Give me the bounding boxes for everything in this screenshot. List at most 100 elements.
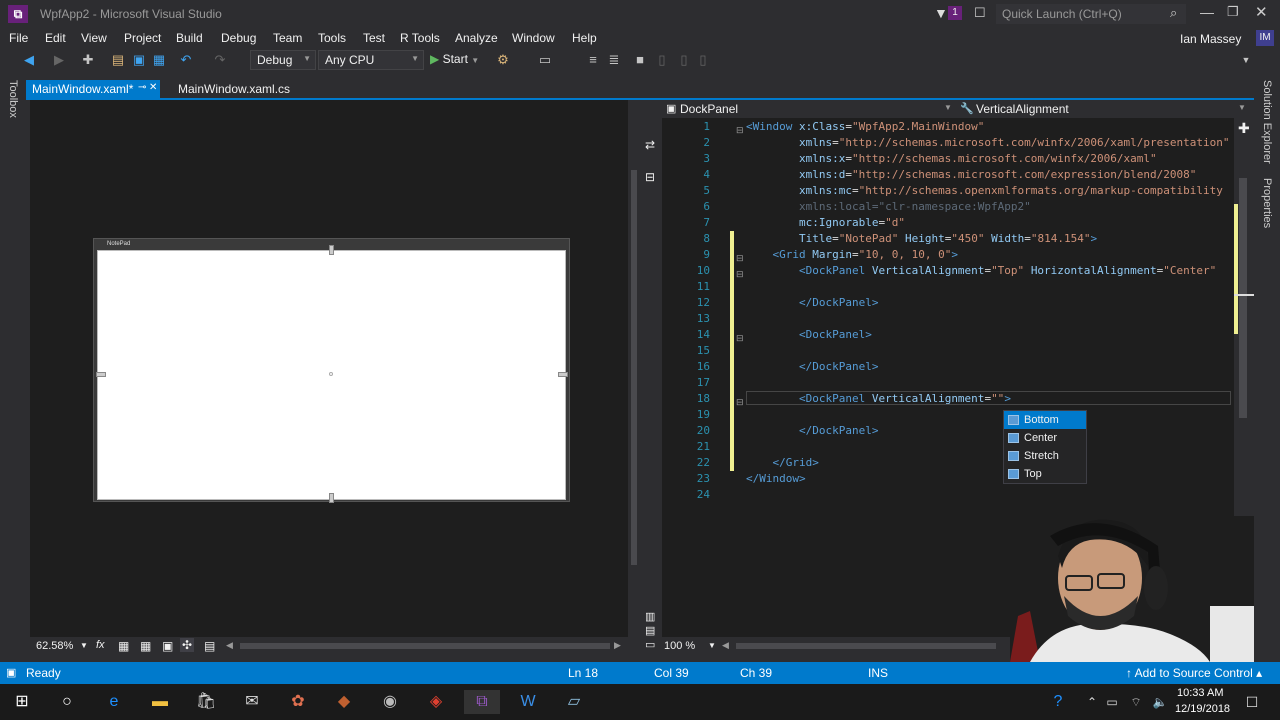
toolbox-tab[interactable]: Toolbox [7,80,19,118]
paint-icon[interactable]: ✿ [286,690,310,714]
tab-split-icon[interactable]: ▭ [645,638,655,651]
obs-icon[interactable]: ◉ [378,690,402,714]
intellisense-item-center[interactable]: Center [1004,429,1086,447]
notification-badge[interactable]: 1 [948,6,962,20]
wifi-icon[interactable]: ⌔ [1124,690,1148,714]
split-editor-icon[interactable]: ✚ [1238,120,1250,137]
menu-debug[interactable]: Debug [221,31,256,45]
save-icon[interactable]: ▣ [131,52,147,68]
solution-explorer-tab[interactable]: Solution Explorer [1261,80,1273,164]
user-avatar[interactable]: IM [1256,30,1274,46]
menu-test[interactable]: Test [363,31,385,45]
swap-panes-icon[interactable]: ⇄ [645,138,655,152]
layout-icon[interactable]: ▭ [537,52,553,68]
clock-date[interactable]: 12/19/2018 [1175,703,1230,715]
intellisense-item-stretch[interactable]: Stretch [1004,447,1086,465]
intellisense-item-top[interactable]: Top [1004,465,1086,483]
visual-studio-icon[interactable]: ⧉ [464,690,500,714]
close-button[interactable]: ✕ [1255,3,1268,21]
snap-grid-icon[interactable]: ▦ [140,639,151,653]
platform-select[interactable]: Any CPU ▼ [318,50,424,70]
menu-file[interactable]: File [9,31,28,45]
redo-icon[interactable]: ↷ [212,52,228,68]
zoom-dropdown-icon[interactable]: ▼ [708,641,716,650]
bookmark-prev-icon[interactable]: ▯ [654,52,670,68]
designer-zoom[interactable]: 62.58% [36,640,73,652]
editor-zoom[interactable]: 100 % [664,640,695,652]
menu-view[interactable]: View [81,31,107,45]
source-control-button[interactable]: ↑ Add to Source Control ▴ [1126,666,1262,680]
editor-scroll-thumb[interactable] [1239,178,1247,418]
designer-scrollbar[interactable] [628,100,640,637]
editor-hscroll-thumb[interactable] [736,643,996,649]
app-icon-1[interactable]: ◆ [332,690,356,714]
filter-icon[interactable]: ▼ [934,5,948,21]
quick-launch-input[interactable]: Quick Launch (Ctrl+Q) ⌕ [996,4,1186,24]
intellisense-item-bottom[interactable]: Bottom [1004,411,1086,429]
resize-handle-top[interactable] [329,245,334,255]
grid-icon[interactable]: ▦ [118,639,129,653]
menu-build[interactable]: Build [176,31,203,45]
app-icon-3[interactable]: W [516,690,540,714]
menu-project[interactable]: Project [124,31,161,45]
feedback-icon[interactable]: ☐ [974,5,986,21]
menu-tools[interactable]: Tools [318,31,346,45]
save-all-icon[interactable]: ▦ [151,52,167,68]
config-select[interactable]: Debug ▼ [250,50,316,70]
menu-r-tools[interactable]: R Tools [400,31,440,45]
tab-mainwindow-xaml[interactable]: MainWindow.xaml* ⊸ ✕ [26,80,160,98]
minimize-button[interactable]: — [1200,4,1214,20]
scroll-left-icon[interactable]: ◀ [226,640,233,651]
notifications-icon[interactable]: ☐ [1240,690,1264,714]
clock-time[interactable]: 10:33 AM [1177,687,1223,699]
restore-button[interactable]: ❐ [1227,4,1239,20]
menu-help[interactable]: Help [572,31,597,45]
horizontal-split-icon[interactable]: ▤ [645,624,655,637]
menu-window[interactable]: Window [512,31,555,45]
mail-icon[interactable]: ✉ [240,690,264,714]
tools-icon[interactable]: ⚙ [495,52,511,68]
member-dropdown[interactable]: 🔧 VerticalAlignment ▼ [958,100,1250,118]
tab-mainwindow-xaml-cs[interactable]: MainWindow.xaml.cs [172,80,296,98]
menu-edit[interactable]: Edit [45,31,66,45]
xaml-designer[interactable]: NotePad [30,100,628,637]
design-window-frame[interactable]: NotePad [93,238,570,503]
help-icon[interactable]: ? [1046,690,1070,714]
bookmark-next-icon[interactable]: ▯ [676,52,692,68]
bookmark-icon[interactable]: ■ [632,52,648,68]
resize-handle-bottom[interactable] [329,493,334,503]
windows-start-icon[interactable]: ⊞ [10,690,34,714]
intellisense-popup[interactable]: Bottom Center Stretch Top [1003,410,1087,484]
store-icon[interactable]: 🛍 [194,690,218,714]
pin-icon[interactable]: ⊸ [138,82,146,93]
search-icon[interactable]: ⌕ [1170,5,1177,21]
format-icon[interactable]: ≡ [585,52,601,68]
snap-lines-icon[interactable]: ✣ [180,638,195,652]
undo-icon[interactable]: ↶ [178,52,194,68]
effects-icon[interactable]: ▤ [204,639,215,653]
forward-icon[interactable]: ▶ [51,52,67,68]
bookmark-clear-icon[interactable]: ▯ [695,52,711,68]
designer-hscroll-thumb[interactable] [240,643,610,649]
scroll-right-icon[interactable]: ▶ [614,640,621,651]
collapse-pane-icon[interactable]: ⊟ [645,170,655,184]
cortana-icon[interactable]: ○ [55,690,79,714]
comment-icon[interactable]: ≣ [606,52,622,68]
app-icon-2[interactable]: ◈ [424,690,448,714]
artboard-icon[interactable]: ▣ [162,639,173,653]
menu-team[interactable]: Team [273,31,302,45]
open-icon[interactable]: ▤ [110,52,126,68]
back-icon[interactable]: ◀ [21,52,37,68]
resize-handle-right[interactable] [558,372,568,377]
zoom-dropdown-icon[interactable]: ▼ [80,641,88,650]
menu-analyze[interactable]: Analyze [455,31,498,45]
close-tab-icon[interactable]: ✕ [149,82,157,93]
vertical-split-icon[interactable]: ▥ [645,610,655,623]
new-project-icon[interactable]: ✚ [80,52,96,68]
resize-handle-left[interactable] [96,372,106,377]
properties-tab[interactable]: Properties [1261,178,1273,228]
fx-button[interactable]: fx [96,639,105,651]
volume-icon[interactable]: 🔈 [1148,690,1172,714]
start-button[interactable]: ▶ Start ▼ [430,52,479,66]
element-dropdown[interactable]: ▣ DockPanel ▼ [662,100,952,118]
